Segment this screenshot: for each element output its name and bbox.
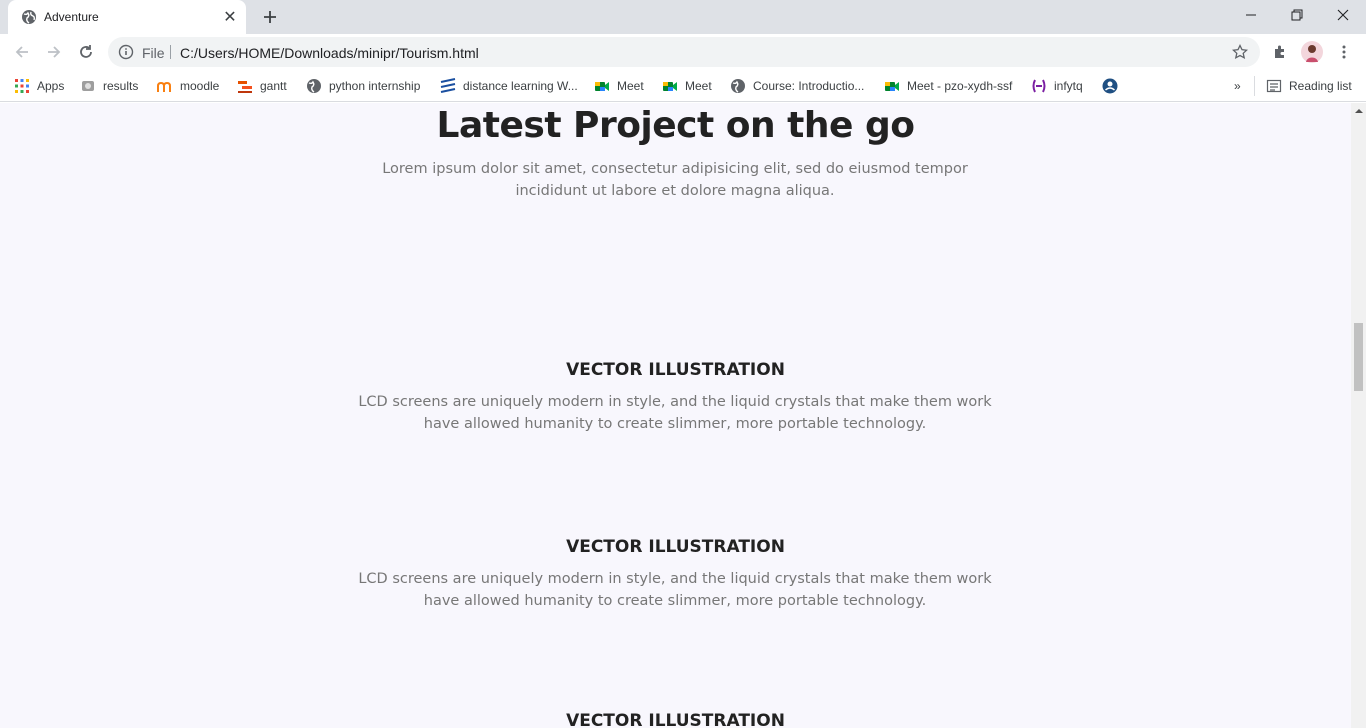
meet-icon: [884, 78, 900, 94]
bookmark-meet-2[interactable]: Meet: [662, 76, 712, 96]
globe-icon: [306, 78, 322, 94]
globe-icon: [21, 9, 37, 25]
page-heading: Latest Project on the go: [436, 105, 915, 146]
bookmark-blue-circle[interactable]: [1102, 76, 1125, 96]
scheme-label: File: [142, 45, 165, 61]
bookmark-label: Meet: [617, 79, 644, 93]
browser-toolbar: File C:/Users/HOME/Downloads/minipr/Tour…: [0, 34, 1366, 70]
back-button[interactable]: [8, 38, 36, 66]
bookmark-meet-1[interactable]: Meet: [594, 76, 644, 96]
minimize-button[interactable]: [1228, 0, 1274, 30]
bookmark-apps[interactable]: Apps: [14, 76, 64, 96]
address-separator: [170, 45, 171, 59]
stripes-icon: [440, 78, 456, 94]
bookmark-label: moodle: [180, 79, 220, 93]
intro-text: Lorem ipsum dolor sit amet, consectetur …: [382, 161, 968, 199]
scroll-up-icon[interactable]: [1355, 109, 1363, 113]
browser-menu-icon[interactable]: [1330, 38, 1358, 66]
reload-button[interactable]: [72, 38, 100, 66]
bookmark-results[interactable]: results: [80, 76, 138, 96]
bookmark-label: Meet: [685, 79, 712, 93]
page-scrollbar[interactable]: [1351, 103, 1366, 728]
moodle-icon: [157, 78, 173, 94]
bookmark-label: gantt: [260, 79, 287, 93]
results-icon: [80, 78, 96, 94]
extensions-icon[interactable]: [1266, 38, 1294, 66]
close-window-button[interactable]: [1320, 0, 1366, 30]
new-tab-button[interactable]: [258, 5, 282, 29]
gantt-icon: [237, 78, 253, 94]
project-item-title: VECTOR ILLUSTRATION: [566, 360, 785, 380]
infytq-icon: [1031, 78, 1047, 94]
bookmark-label: results: [103, 79, 139, 93]
close-tab-icon[interactable]: ✕: [220, 7, 240, 27]
bookmark-label: infytq: [1054, 79, 1083, 93]
bookmarks-divider: [1254, 76, 1255, 96]
scrollbar-thumb[interactable]: [1354, 323, 1363, 391]
info-icon[interactable]: [118, 44, 134, 60]
bookmark-label: Course: Introductio...: [753, 79, 865, 93]
bookmark-gantt[interactable]: gantt: [237, 76, 287, 96]
bookmark-label: Apps: [37, 79, 65, 93]
bookmark-label: distance learning W...: [463, 79, 578, 93]
project-item-text: LCD screens are uniquely modern in style…: [358, 571, 992, 609]
tab-title: Adventure: [44, 10, 99, 24]
project-item-title: VECTOR ILLUSTRATION: [566, 711, 785, 728]
bookmark-course[interactable]: Course: Introductio...: [730, 76, 864, 96]
meet-icon: [662, 78, 678, 94]
meet-icon: [594, 78, 610, 94]
globe-icon: [730, 78, 746, 94]
restore-button[interactable]: [1274, 0, 1320, 30]
forward-button[interactable]: [40, 38, 68, 66]
reading-list-button[interactable]: Reading list: [1266, 76, 1352, 96]
project-item-text: LCD screens are uniquely modern in style…: [358, 394, 992, 432]
bookmark-distance-learning[interactable]: distance learning W...: [440, 76, 578, 96]
url-text[interactable]: C:/Users/HOME/Downloads/minipr/Tourism.h…: [180, 45, 479, 61]
reading-list-label: Reading list: [1289, 79, 1352, 93]
bookmark-meet-3[interactable]: Meet - pzo-xydh-ssf: [884, 76, 1012, 96]
address-bar[interactable]: File C:/Users/HOME/Downloads/minipr/Tour…: [108, 37, 1260, 67]
profile-avatar[interactable]: [1298, 38, 1326, 66]
tab-strip: Adventure ✕: [0, 0, 1366, 34]
apps-grid-icon: [14, 78, 30, 94]
blue-circle-icon: [1102, 78, 1118, 94]
bookmark-moodle[interactable]: moodle: [157, 76, 219, 96]
bookmark-star-icon[interactable]: [1230, 42, 1250, 62]
tab-adventure[interactable]: Adventure ✕: [8, 0, 246, 34]
project-item-title: VECTOR ILLUSTRATION: [566, 537, 785, 557]
bookmark-label: Meet - pzo-xydh-ssf: [907, 79, 1013, 93]
bookmark-infytq[interactable]: infytq: [1031, 76, 1083, 96]
page-viewport: Latest Project on the go Lorem ipsum dol…: [0, 103, 1351, 728]
bookmarks-bar: Apps results moodle gantt python interns…: [0, 70, 1366, 102]
bookmarks-overflow-button[interactable]: »: [1234, 76, 1241, 96]
bookmark-label: python internship: [329, 79, 421, 93]
bookmark-python-internship[interactable]: python internship: [306, 76, 420, 96]
reading-list-icon: [1266, 78, 1282, 94]
